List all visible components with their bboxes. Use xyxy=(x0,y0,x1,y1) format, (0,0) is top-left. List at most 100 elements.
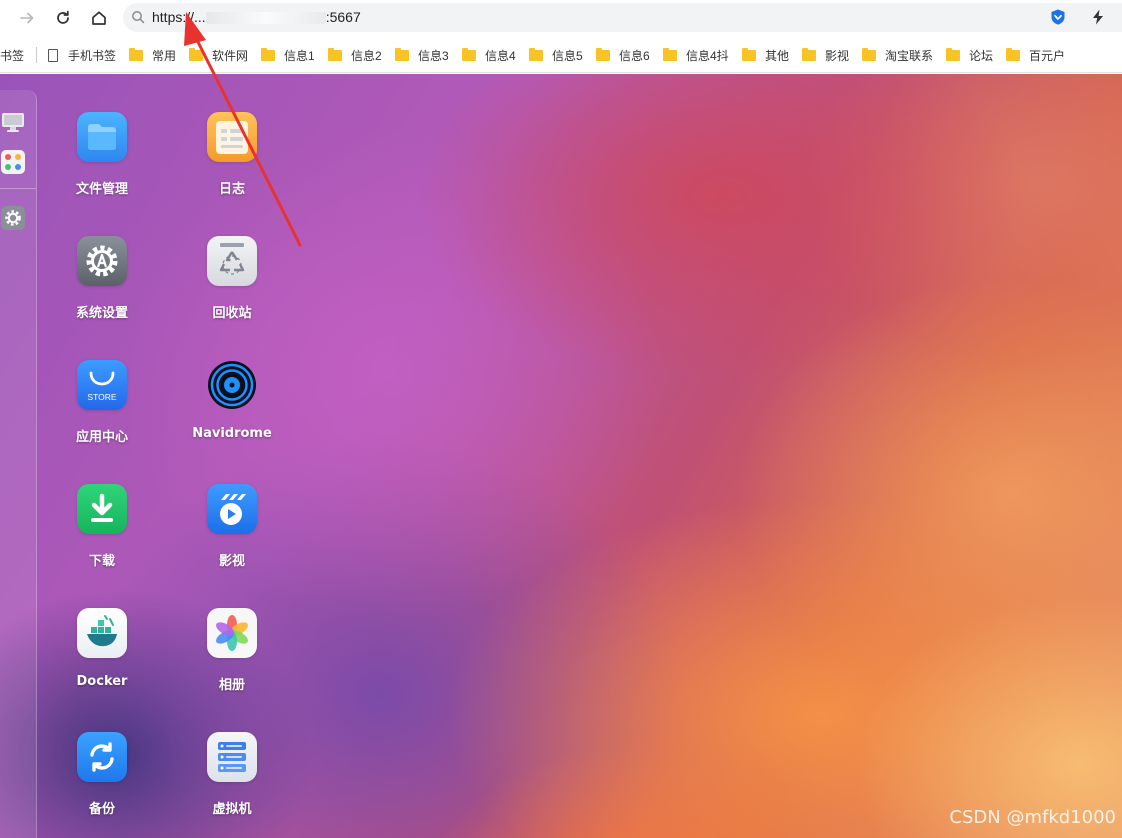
dock-item-monitor[interactable] xyxy=(1,110,25,134)
lightning-icon[interactable] xyxy=(1089,8,1107,26)
app-virtual-machine[interactable]: 虚拟机 xyxy=(177,732,287,838)
bookmark-folder[interactable]: 论坛 xyxy=(946,47,993,64)
folder-icon xyxy=(462,48,476,61)
folder-icon xyxy=(802,48,816,61)
bookmark-root[interactable]: 书签 xyxy=(0,47,24,64)
store-icon-text: STORE xyxy=(87,392,116,402)
vinyl-record-icon xyxy=(207,360,257,410)
dock-item-settings[interactable] xyxy=(1,206,25,230)
folder-icon xyxy=(663,48,677,61)
app-grid-icon xyxy=(1,150,25,174)
bookmark-folder[interactable]: 其他 xyxy=(742,47,789,64)
app-label: Docker xyxy=(76,674,128,689)
store-icon: STORE xyxy=(77,360,127,410)
bookmark-folder[interactable]: 信息3 xyxy=(395,47,449,64)
url-text[interactable]: https://... :5667 xyxy=(152,9,361,25)
folder-icon xyxy=(596,48,610,61)
monitor-icon xyxy=(2,113,24,132)
app-label: 影视 xyxy=(218,554,245,569)
bookmark-label: 淘宝联系 xyxy=(885,49,934,63)
folder-icon xyxy=(77,112,127,162)
app-file-manager[interactable]: 文件管理 xyxy=(47,112,157,222)
app-photos[interactable]: 相册 xyxy=(177,608,287,718)
settings-icon xyxy=(77,236,127,286)
forward-button[interactable] xyxy=(14,6,40,30)
bookmark-folder[interactable]: 常用 xyxy=(129,47,176,64)
app-download[interactable]: 下载 xyxy=(47,484,157,594)
photos-icon xyxy=(207,608,257,658)
bookmark-folder[interactable]: 软件网 xyxy=(189,47,248,64)
dock-divider xyxy=(0,188,36,189)
app-label: 日志 xyxy=(218,182,245,197)
bookmark-mobile[interactable]: 手机书签 xyxy=(48,47,116,64)
bookmark-label: 软件网 xyxy=(212,49,249,63)
dock-item-apps[interactable] xyxy=(1,150,25,174)
bookmarks-bar: 书签 手机书签 常用 软件网 信息1 信息2 信息3 信息4 信息5 信息6 信… xyxy=(0,36,1122,73)
app-navidrome[interactable]: Navidrome xyxy=(177,360,287,470)
video-icon xyxy=(207,484,257,534)
bookmark-label: 信息1 xyxy=(284,49,315,63)
folder-icon xyxy=(261,48,275,61)
recycle-bin-icon xyxy=(207,236,257,286)
bookmarks-divider xyxy=(36,47,37,63)
app-label: 下载 xyxy=(88,554,115,569)
app-backup[interactable]: 备份 xyxy=(47,732,157,838)
bookmark-folder[interactable]: 信息2 xyxy=(328,47,382,64)
bookmark-folder[interactable]: 百元户 xyxy=(1006,47,1065,64)
page-icon xyxy=(48,49,58,62)
bookmark-label: 常用 xyxy=(152,49,177,63)
reload-button[interactable] xyxy=(50,6,76,30)
bookmark-label: 信息6 xyxy=(619,49,650,63)
bookmark-folder[interactable]: 信息6 xyxy=(596,47,650,64)
folder-icon xyxy=(862,48,876,61)
bookmark-label: 信息3 xyxy=(418,49,449,63)
folder-icon xyxy=(129,48,143,61)
bookmark-label: 书签 xyxy=(0,49,25,63)
browser-toolbar: https://... :5667 xyxy=(0,0,1122,36)
app-label: 应用中心 xyxy=(75,430,128,445)
folder-icon xyxy=(742,48,756,61)
app-label: Navidrome xyxy=(192,426,272,441)
gear-icon xyxy=(1,206,25,230)
download-icon xyxy=(77,484,127,534)
bookmark-folder[interactable]: 信息5 xyxy=(529,47,583,64)
app-video[interactable]: 影视 xyxy=(177,484,287,594)
app-recycle-bin[interactable]: 回收站 xyxy=(177,236,287,346)
bookmark-label: 百元户 xyxy=(1029,49,1066,63)
app-docker[interactable]: Docker xyxy=(47,608,157,718)
url-redacted-block xyxy=(205,12,326,25)
home-icon xyxy=(92,11,106,25)
url-port: :5667 xyxy=(325,9,361,25)
bookmark-label: 其他 xyxy=(765,49,790,63)
home-button[interactable] xyxy=(86,6,112,30)
bookmark-folder[interactable]: 信息4 xyxy=(462,47,516,64)
arrow-right-icon xyxy=(20,12,34,24)
bookmark-folder[interactable]: 信息1 xyxy=(261,47,315,64)
app-log[interactable]: 日志 xyxy=(177,112,287,222)
bookmark-label: 信息5 xyxy=(552,49,583,63)
folder-icon xyxy=(1006,48,1020,61)
shield-icon[interactable] xyxy=(1049,8,1067,26)
app-label: 系统设置 xyxy=(75,306,128,321)
docker-icon xyxy=(77,608,127,658)
folder-icon xyxy=(395,48,409,61)
bookmark-label: 信息4抖 xyxy=(686,49,729,63)
bookmark-folder[interactable]: 淘宝联系 xyxy=(862,47,933,64)
bookmark-label: 影视 xyxy=(825,49,850,63)
app-label: 回收站 xyxy=(212,306,252,321)
url-prefix: https://... xyxy=(152,9,206,25)
folder-icon xyxy=(189,48,203,61)
bookmark-folder[interactable]: 影视 xyxy=(802,47,849,64)
reload-icon xyxy=(57,10,69,24)
address-bar[interactable]: https://... :5667 xyxy=(123,3,1122,32)
bookmark-label: 信息2 xyxy=(351,49,382,63)
backup-icon xyxy=(77,732,127,782)
folder-icon xyxy=(529,48,543,61)
desktop: 文件管理 日志 系统设置 回收站 STORE 应用中心 Navidrome 下载… xyxy=(0,74,1122,838)
app-system-settings[interactable]: 系统设置 xyxy=(47,236,157,346)
app-store[interactable]: STORE 应用中心 xyxy=(47,360,157,470)
app-label: 备份 xyxy=(88,802,115,817)
virtual-machine-icon xyxy=(207,732,257,782)
bookmark-folder[interactable]: 信息4抖 xyxy=(663,47,729,64)
bookmark-label: 信息4 xyxy=(485,49,516,63)
